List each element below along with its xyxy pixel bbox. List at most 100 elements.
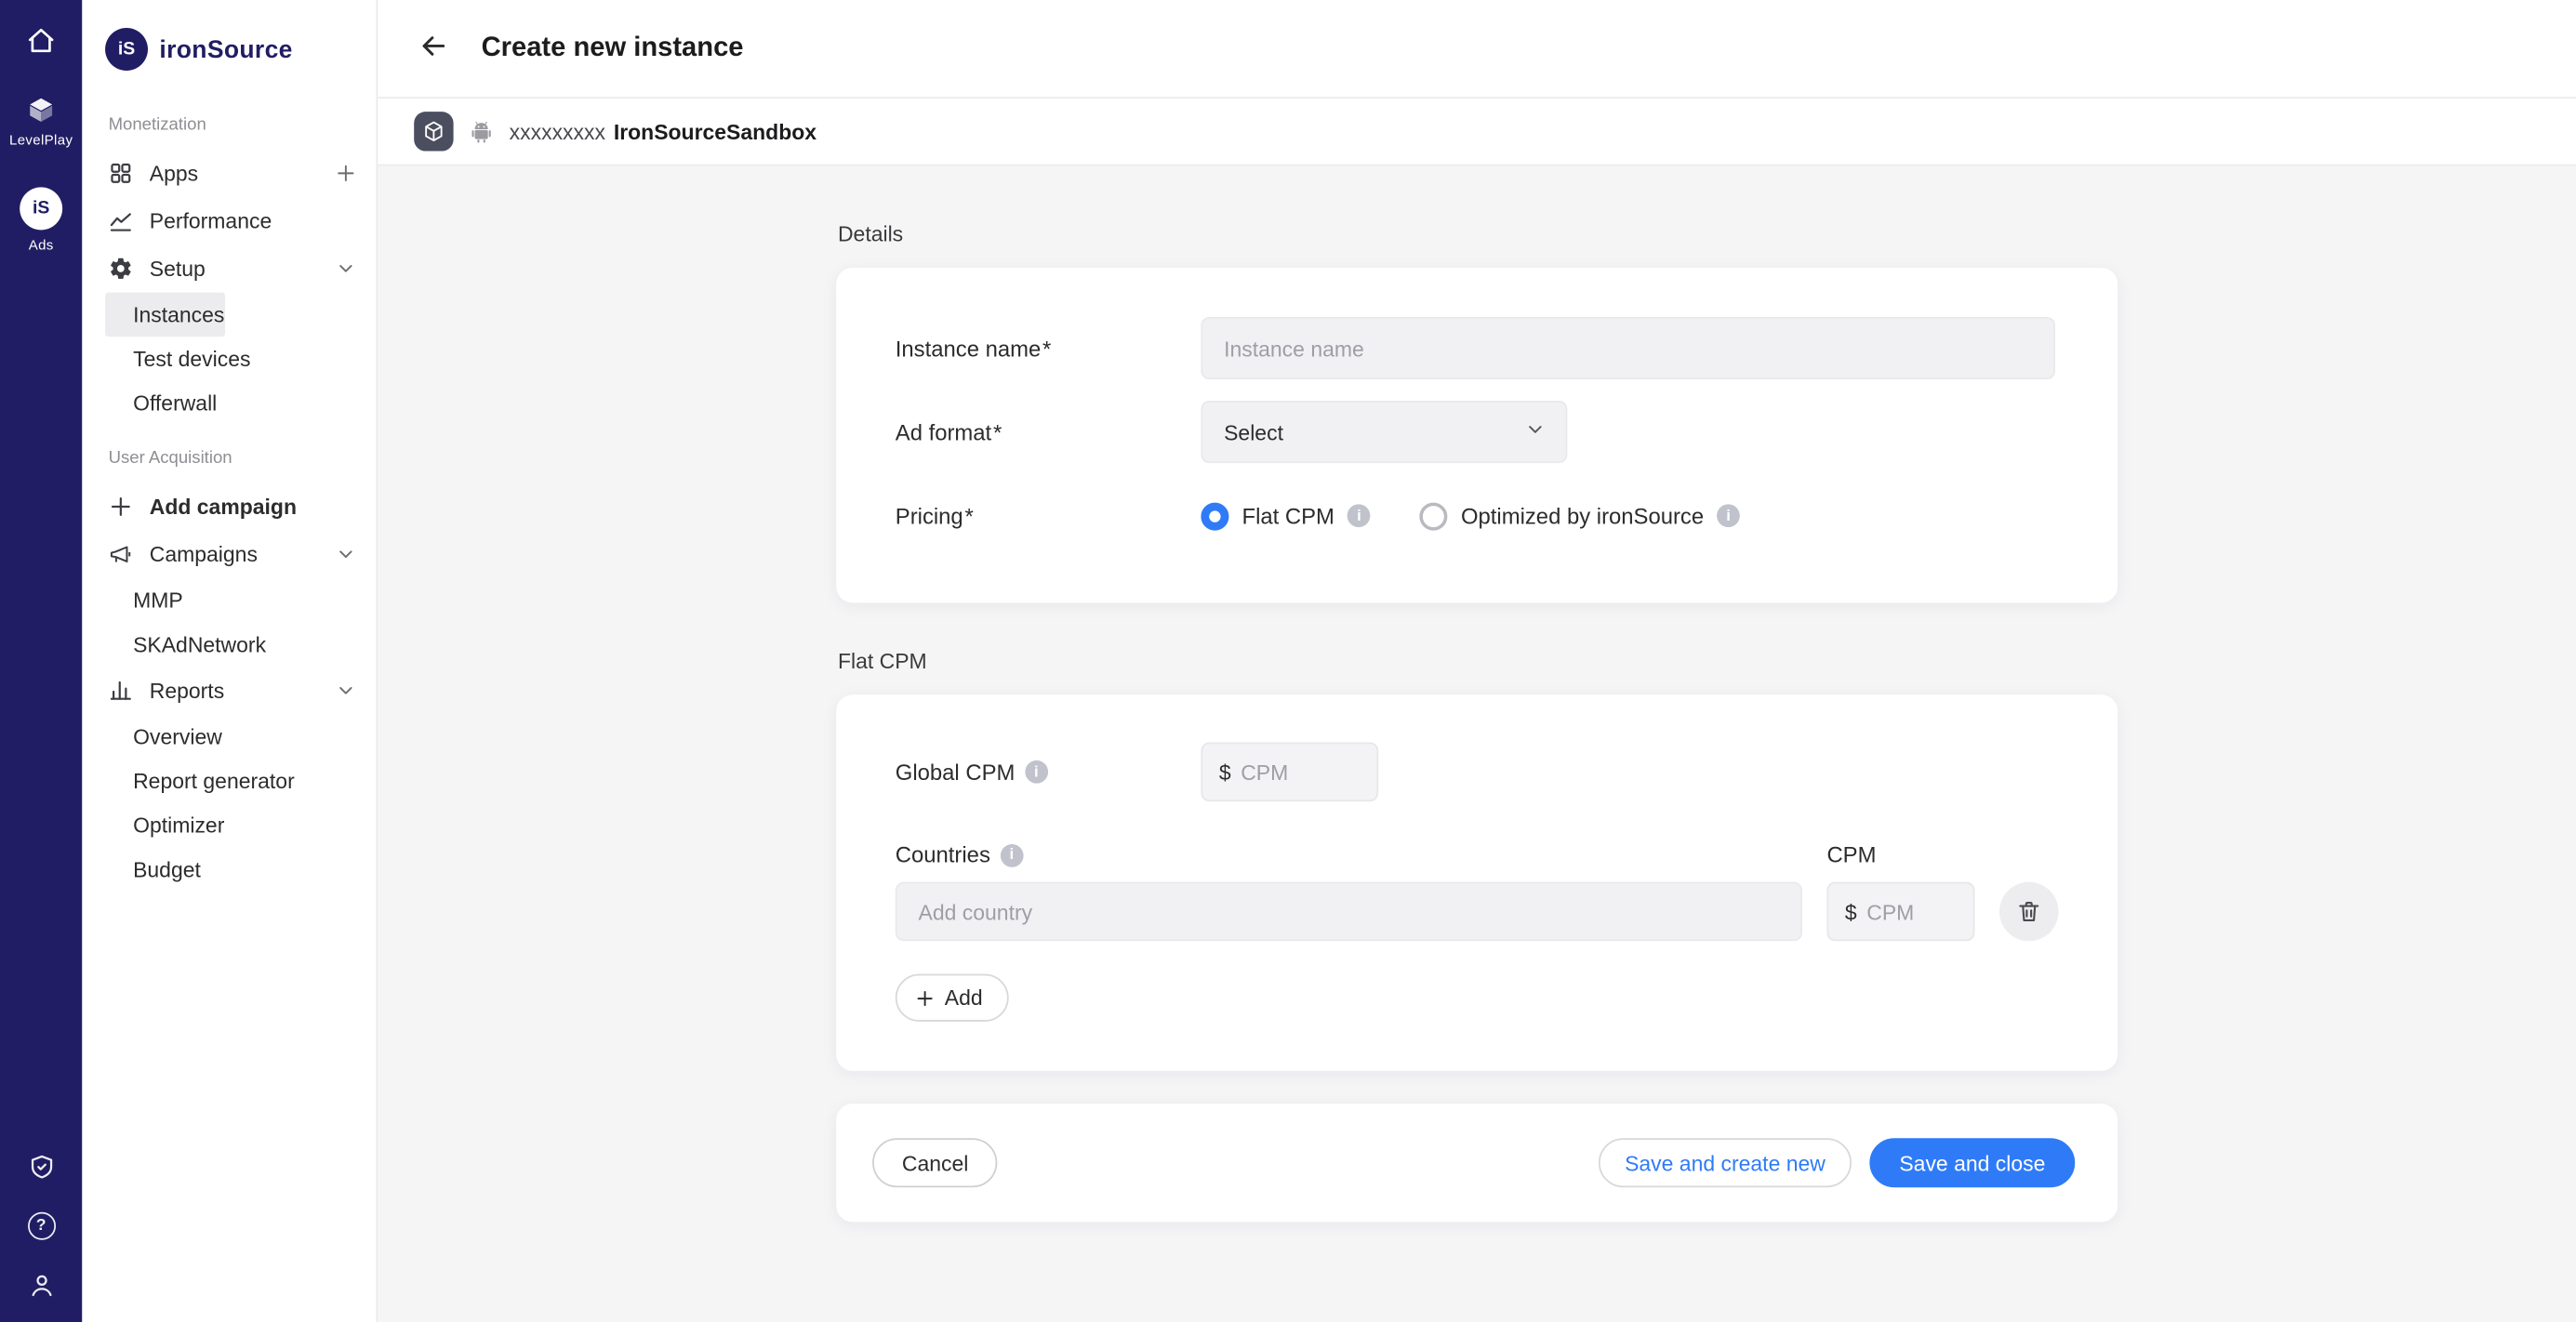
footer-actions: Save and create new Save and close [1599,1138,2075,1187]
ad-format-label: Ad format* [896,419,1202,443]
sidebar-item-budget[interactable]: Budget [82,848,376,892]
content-area: Details Instance name* Ad format* [378,165,2576,1322]
gear-icon [109,257,133,281]
global-cpm-label: Global CPM [896,760,1202,784]
trash-icon [2016,898,2042,924]
info-icon[interactable] [1348,504,1371,527]
rail-item-levelplay[interactable]: LevelPlay [9,95,73,148]
app-bundle-icon[interactable] [414,112,453,151]
currency-symbol: $ [1845,899,1857,923]
sidebar: iS ironSource Monetization Apps Performa… [82,0,378,1322]
actions-card: Cancel Save and create new Save and clos… [836,1104,2118,1222]
sidebar-item-campaigns[interactable]: Campaigns [82,531,376,578]
sidebar-item-performance[interactable]: Performance [82,197,376,245]
chevron-down-icon [1524,418,1546,444]
country-cpm-input-group: $ [1826,882,1974,942]
required-mark: * [1042,336,1051,360]
plus-icon [915,988,935,1008]
app: LevelPlay iS Ads i [0,0,2576,1322]
countries-header-row: Countries CPM [896,842,2059,866]
currency-symbol: $ [1219,760,1231,784]
main-area: Create new instance xxxxxxxxx IronSource… [378,0,2576,1322]
info-icon[interactable] [1000,843,1023,866]
ad-format-row: Ad format* Select [896,401,2059,463]
pricing-radio-group: Flat CPM Optimized by ironSource [1201,502,2058,530]
pricing-option-optimized[interactable]: Optimized by ironSource [1420,502,1740,530]
sidebar-item-skadnetwork[interactable]: SKAdNetwork [82,623,376,668]
country-cpm-row: $ [896,882,2059,942]
required-mark: * [964,503,973,527]
sidebar-item-apps[interactable]: Apps [82,150,376,197]
account-icon [27,1271,55,1299]
page-title: Create new instance [482,33,744,64]
brand-name: ironSource [159,35,292,63]
rail-item-ads[interactable]: iS Ads [20,187,62,253]
details-section-title: Details [838,221,2118,245]
sidebar-item-optimizer[interactable]: Optimizer [82,803,376,848]
apps-grid-icon [109,161,133,185]
ads-label: Ads [29,236,54,253]
flat-cpm-card: Global CPM $ Countries [836,694,2118,1071]
sidebar-item-setup[interactable]: Setup [82,245,376,292]
bar-chart-icon [109,679,133,703]
app-name[interactable]: IronSourceSandbox [614,119,817,143]
app-id[interactable]: xxxxxxxxx [510,119,605,143]
ad-format-select[interactable]: Select [1201,401,1567,463]
sidebar-item-mmp[interactable]: MMP [82,578,376,623]
android-icon [468,118,494,144]
global-cpm-row: Global CPM $ [896,741,2059,803]
chevron-down-icon [335,258,356,279]
instance-name-label: Instance name* [896,336,1202,360]
info-icon[interactable] [1025,760,1048,784]
home-button[interactable] [26,26,56,56]
sidebar-section-user-acquisition: User Acquisition [82,448,376,468]
country-cpm-input[interactable] [1866,899,1957,923]
product-rail: LevelPlay iS Ads [0,0,82,1322]
delete-row-button[interactable] [1999,882,2059,942]
save-and-create-new-button[interactable]: Save and create new [1599,1138,1852,1187]
help-button[interactable] [27,1212,55,1240]
info-icon[interactable] [1717,504,1740,527]
rail-bottom [27,1122,55,1300]
shield-icon [27,1153,55,1181]
help-icon [27,1212,55,1240]
global-cpm-input-group: $ [1201,743,1378,802]
instance-name-input[interactable] [1201,317,2055,379]
global-cpm-input[interactable] [1241,760,1361,784]
sidebar-item-instances[interactable]: Instances [105,292,224,337]
ironsource-logo-icon: iS [105,28,148,71]
radio-selected-icon[interactable] [1201,502,1228,530]
chevron-down-icon [335,544,356,565]
cancel-button[interactable]: Cancel [872,1138,998,1187]
privacy-button[interactable] [27,1153,55,1181]
add-app-icon[interactable] [335,163,356,184]
sidebar-item-offerwall[interactable]: Offerwall [82,381,376,426]
levelplay-label: LevelPlay [9,131,73,148]
radio-unselected-icon[interactable] [1420,502,1448,530]
pricing-row: Pricing* Flat CPM Optimized by [896,484,2059,547]
back-button[interactable] [414,29,453,68]
sidebar-item-add-campaign[interactable]: Add campaign [82,483,376,530]
sidebar-item-test-devices[interactable]: Test devices [82,337,376,381]
pricing-label: Pricing* [896,503,1202,527]
add-country-button[interactable]: Add [896,974,1009,1022]
back-arrow-icon [418,30,450,68]
save-and-close-button[interactable]: Save and close [1870,1138,2076,1187]
chevron-down-icon [335,680,356,701]
add-country-input[interactable] [896,882,1802,942]
rail-top: LevelPlay iS Ads [9,26,73,253]
brand-logo: iS ironSource [82,28,376,71]
megaphone-icon [109,542,133,566]
sidebar-section-monetization: Monetization [82,115,376,135]
required-mark: * [993,419,1002,443]
account-button[interactable] [27,1271,55,1299]
cpm-column-label: CPM [1826,842,1974,866]
pricing-option-flat-cpm[interactable]: Flat CPM [1201,502,1370,530]
performance-chart-icon [109,208,133,232]
sidebar-item-reports[interactable]: Reports [82,667,376,714]
instance-name-row: Instance name* [896,317,2059,379]
sidebar-item-report-generator[interactable]: Report generator [82,759,376,803]
flat-cpm-section-title: Flat CPM [838,649,2118,673]
sidebar-item-overview[interactable]: Overview [82,714,376,759]
ads-icon: iS [20,187,62,230]
